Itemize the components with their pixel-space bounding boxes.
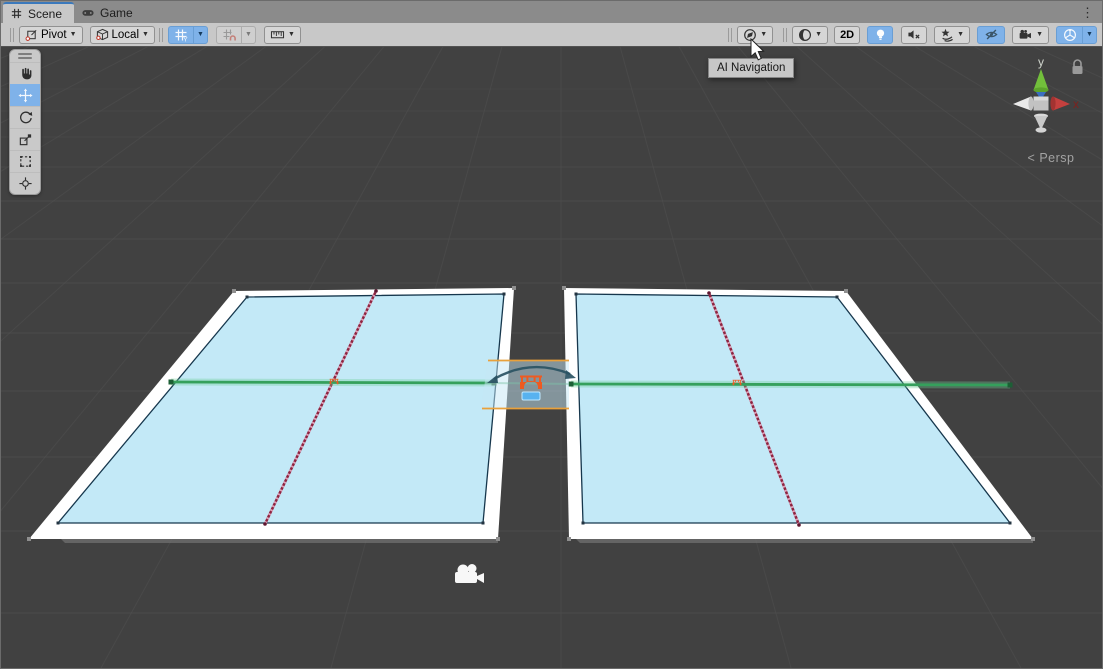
x-neg-cone[interactable] <box>1013 97 1034 111</box>
transform-tool-button[interactable] <box>10 172 40 194</box>
rect-tool-icon <box>18 154 33 169</box>
toolbar-drag-handle[interactable] <box>10 28 11 42</box>
rotate-tool-icon <box>18 110 33 125</box>
tab-game[interactable]: Game <box>74 2 145 23</box>
shading-sphere-icon <box>798 28 812 42</box>
navmesh-plane-left[interactable] <box>27 286 516 541</box>
rotate-tool-button[interactable] <box>10 106 40 128</box>
grid-snapping-button <box>216 26 241 44</box>
gizmos-toggle[interactable] <box>1056 26 1082 44</box>
gamepad-icon <box>81 6 95 19</box>
scale-tool-icon <box>18 132 33 147</box>
lock-icon[interactable] <box>1073 60 1083 74</box>
scene-viewport[interactable]: y <box>1 47 1102 668</box>
move-tool-button[interactable] <box>10 84 40 106</box>
grid-snapping-group: ▼ <box>216 26 256 44</box>
scene-grid-icon <box>10 7 23 20</box>
table-shadows <box>61 539 1033 543</box>
lightbulb-icon <box>874 28 887 42</box>
2d-view-toggle[interactable]: 2D <box>834 26 860 44</box>
orientation-gizmo-graphic: y <box>1001 53 1101 148</box>
scene-3d-world <box>1 47 1102 668</box>
scene-visibility-toggle[interactable] <box>977 26 1005 44</box>
navmesh-plane-right[interactable] <box>562 286 1035 541</box>
snap-magnet-icon <box>222 28 236 42</box>
gizmos-icon <box>1063 28 1077 42</box>
x-axis-cone[interactable] <box>1050 97 1070 111</box>
grid-visibility-dropdown[interactable]: ▼ <box>193 26 208 44</box>
tool-handle-position-button[interactable]: Pivot ▼ <box>19 26 83 44</box>
grid-snapping-dropdown: ▼ <box>241 26 256 44</box>
local-label: Local <box>112 29 140 41</box>
y-axis-label: y <box>1038 55 1044 69</box>
camera-settings-button[interactable]: ▼ <box>1012 26 1049 44</box>
snap-increment-button[interactable]: ▼ <box>264 26 301 44</box>
tab-scene[interactable]: Scene <box>3 2 74 23</box>
tab-scene-label: Scene <box>28 7 62 21</box>
view-tool-button[interactable] <box>10 62 40 84</box>
mouse-cursor-icon <box>745 38 765 64</box>
dropdown-arrow-icon: ▼ <box>1036 31 1043 38</box>
overflow-menu-icon[interactable]: ⋮ <box>1081 6 1094 19</box>
eye-slash-icon <box>984 28 999 41</box>
dropdown-arrow-icon: ▼ <box>288 31 295 38</box>
transform-tool-icon <box>18 176 33 191</box>
dropdown-arrow-icon: ▼ <box>760 31 767 38</box>
effects-visibility-button[interactable]: ▼ <box>934 26 970 44</box>
gizmo-center-cube[interactable] <box>1034 97 1049 111</box>
overlay-drag-handle[interactable] <box>10 50 40 62</box>
gizmos-group: ▼ <box>1056 26 1097 44</box>
toolbar-separator <box>783 28 784 42</box>
cube-local-icon <box>96 28 109 41</box>
rect-tool-button[interactable] <box>10 150 40 172</box>
scene-lighting-toggle[interactable] <box>867 26 893 44</box>
hand-tool-icon <box>18 66 33 81</box>
chevron-left-icon: < <box>1028 151 1036 165</box>
tools-overlay <box>9 49 41 195</box>
pivot-label: Pivot <box>41 29 67 41</box>
tab-bar: Scene Game ⋮ <box>1 1 1102 23</box>
move-tool-icon <box>18 88 33 103</box>
gizmos-dropdown[interactable]: ▼ <box>1082 26 1097 44</box>
svg-text:Y: Y <box>183 36 188 42</box>
scene-grid <box>1 47 1102 668</box>
toolbar-separator <box>159 28 160 42</box>
scene-camera-icon <box>1018 28 1033 41</box>
scene-toolbar: Pivot ▼ Local ▼ Y ▼ <box>1 23 1102 47</box>
dropdown-arrow-icon: ▼ <box>815 31 822 38</box>
audio-muted-icon <box>907 28 921 41</box>
y-axis-cone[interactable] <box>1034 69 1049 93</box>
2d-label: 2D <box>840 29 854 41</box>
audio-mute-toggle[interactable] <box>901 26 927 44</box>
dropdown-arrow-icon: ▼ <box>70 31 77 38</box>
y-neg-cone[interactable] <box>1034 114 1048 133</box>
toolbar-right-group: ▼ ▼ 2D <box>724 26 1097 44</box>
projection-mode-label[interactable]: < Persp <box>1001 151 1101 165</box>
toolbar-separator <box>728 28 729 42</box>
grid-axis-icon: Y <box>174 28 188 42</box>
scale-tool-button[interactable] <box>10 128 40 150</box>
tool-handle-rotation-button[interactable]: Local ▼ <box>90 26 155 44</box>
grid-visibility-group: Y ▼ <box>168 26 208 44</box>
orientation-gizmo[interactable]: y <box>1001 53 1101 165</box>
unity-scene-view-window: Scene Game ⋮ Pivot ▼ <box>0 0 1103 669</box>
ruler-icon <box>270 28 285 41</box>
dropdown-arrow-icon: ▼ <box>957 31 964 38</box>
grid-visibility-button[interactable]: Y <box>168 26 193 44</box>
draw-mode-button[interactable]: ▼ <box>792 26 828 44</box>
dropdown-arrow-icon: ▼ <box>142 31 149 38</box>
x-axis-label: x <box>1073 97 1079 111</box>
camera-gizmo-icon[interactable] <box>455 564 484 583</box>
effects-star-icon <box>940 28 954 42</box>
tab-game-label: Game <box>100 6 133 20</box>
navmesh-link-selection[interactable] <box>481 360 576 409</box>
pivot-icon <box>25 28 38 41</box>
